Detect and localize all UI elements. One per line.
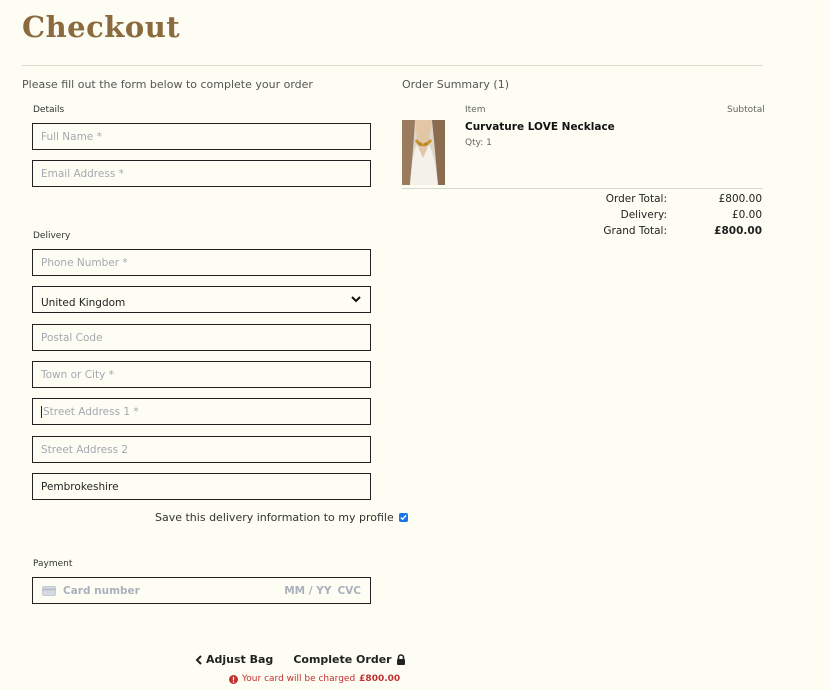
country-value: United Kingdom — [41, 296, 126, 309]
item-column-header: Item — [465, 105, 486, 115]
checkout-page: Checkout Please fill out the form below … — [0, 0, 829, 690]
card-expiry-placeholder: MM / YY — [284, 584, 332, 597]
street-address-2-placeholder: Street Address 2 — [41, 443, 129, 456]
phone-placeholder: Phone Number * — [41, 256, 128, 269]
page-title: Checkout — [22, 10, 181, 44]
alert-circle-icon — [229, 674, 238, 684]
email-input[interactable]: Email Address * — [32, 160, 371, 187]
complete-order-button[interactable]: Complete Order — [293, 653, 405, 666]
full-name-input[interactable]: Full Name * — [32, 123, 371, 150]
order-totals: Order Total: £800.00 Delivery: £0.00 Gra… — [560, 191, 762, 239]
complete-order-label: Complete Order — [293, 653, 392, 666]
town-input[interactable]: Town or City * — [32, 361, 371, 388]
county-input[interactable]: Pembrokeshire — [32, 473, 371, 500]
delivery-label: Delivery — [33, 231, 71, 241]
town-placeholder: Town or City * — [41, 368, 114, 381]
adjust-bag-link[interactable]: Adjust Bag — [195, 653, 273, 666]
street-address-1-input[interactable]: Street Address 1 * — [32, 398, 371, 425]
adjust-bag-label: Adjust Bag — [206, 653, 274, 666]
phone-input[interactable]: Phone Number * — [32, 249, 371, 276]
text-caret — [41, 405, 42, 418]
payment-label: Payment — [33, 559, 73, 569]
delivery-cost-label: Delivery: — [620, 209, 667, 221]
card-input[interactable]: Card number MM / YY CVC — [32, 577, 371, 604]
order-total-value: £800.00 — [718, 193, 762, 205]
checkout-actions: Adjust Bag Complete Order — [195, 653, 406, 666]
product-quantity: Qty: 1 — [465, 138, 492, 148]
lock-icon — [396, 654, 405, 665]
product-thumbnail — [402, 120, 445, 185]
county-value: Pembrokeshire — [41, 480, 119, 493]
credit-card-icon — [42, 585, 56, 596]
street-address-2-input[interactable]: Street Address 2 — [32, 436, 371, 463]
grand-total-label: Grand Total: — [603, 225, 667, 237]
subtotal-column-header: Subtotal — [727, 105, 765, 115]
title-divider — [22, 65, 763, 66]
save-info-row: Save this delivery information to my pro… — [155, 511, 408, 524]
product-name: Curvature LOVE Necklace — [465, 121, 615, 133]
order-total-label: Order Total: — [605, 193, 667, 205]
card-number-placeholder: Card number — [63, 584, 140, 597]
grand-total-value: £800.00 — [714, 225, 762, 237]
full-name-placeholder: Full Name * — [41, 130, 102, 143]
necklace-product-image — [402, 120, 445, 185]
country-select[interactable]: United Kingdom — [32, 286, 371, 313]
order-summary-title: Order Summary (1) — [402, 78, 509, 91]
card-cvc-placeholder: CVC — [337, 584, 361, 597]
chevron-down-icon — [351, 295, 361, 302]
grand-total-row: Grand Total: £800.00 — [560, 223, 762, 239]
charge-notice-text: Your card will be charged — [242, 674, 356, 684]
save-info-label: Save this delivery information to my pro… — [155, 511, 394, 524]
charge-amount: £800.00 — [359, 674, 401, 684]
check-icon — [400, 514, 407, 521]
summary-divider — [402, 188, 763, 189]
chevron-left-icon — [195, 654, 202, 665]
details-label: Details — [33, 105, 65, 115]
street-address-1-placeholder: Street Address 1 * — [43, 405, 139, 418]
delivery-row: Delivery: £0.00 — [560, 207, 762, 223]
postal-code-placeholder: Postal Code — [41, 331, 103, 344]
email-placeholder: Email Address * — [41, 167, 124, 180]
form-intro: Please fill out the form below to comple… — [22, 78, 313, 91]
delivery-cost-value: £0.00 — [731, 209, 762, 221]
postal-code-input[interactable]: Postal Code — [32, 324, 371, 351]
save-info-checkbox[interactable] — [398, 513, 408, 522]
order-total-row: Order Total: £800.00 — [560, 191, 762, 207]
charge-notice: Your card will be charged £800.00 — [229, 674, 400, 684]
